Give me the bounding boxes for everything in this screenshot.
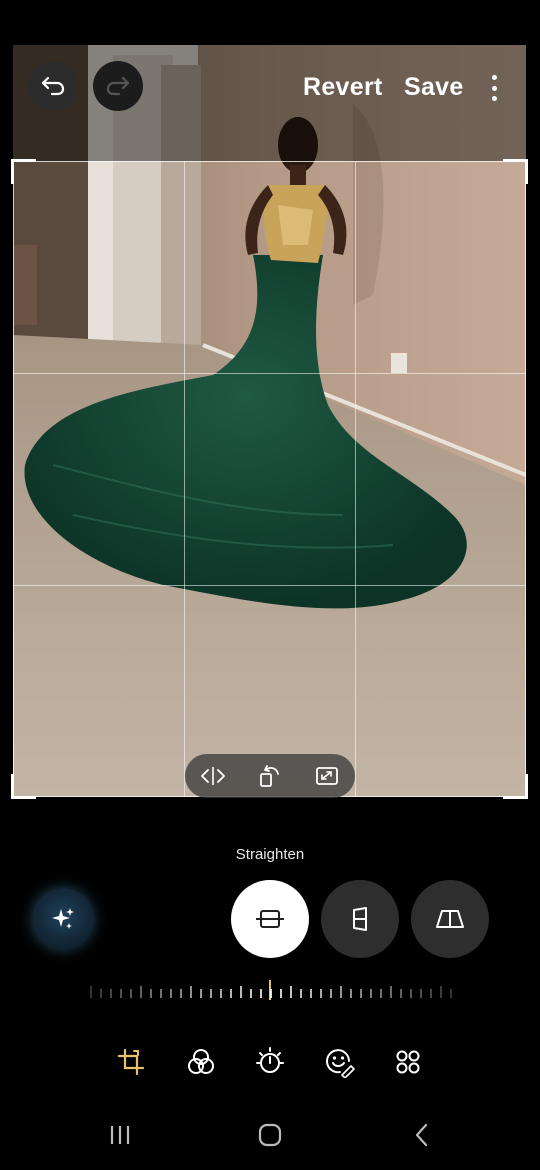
vertical-perspective-button[interactable]: [321, 880, 399, 958]
recents-button[interactable]: [100, 1120, 140, 1150]
dial-tick: [200, 989, 202, 998]
rotate-icon: [260, 765, 279, 787]
redo-arrow-icon: [106, 76, 130, 96]
horizontal-perspective-icon: [436, 910, 464, 928]
dial-tick: [450, 989, 452, 998]
crop-border: [13, 161, 526, 797]
more-vertical-icon: [491, 75, 497, 80]
dial-tick: [280, 989, 282, 998]
dial-tick: [370, 989, 372, 998]
dial-tick: [420, 989, 422, 998]
filters-tab[interactable]: [183, 1044, 219, 1080]
grid-line: [13, 585, 526, 586]
home-icon: [258, 1123, 282, 1147]
dial-tick: [250, 989, 252, 998]
recents-icon: [110, 1126, 130, 1144]
straighten-dial[interactable]: [90, 980, 452, 1004]
dial-tick: [320, 989, 322, 998]
decorations-icon: [326, 1049, 355, 1078]
tone-icon: [256, 1047, 284, 1073]
dial-tick: [220, 989, 222, 998]
more-dot: [491, 85, 497, 91]
flip-button[interactable]: [193, 758, 233, 794]
dial-tick: [170, 989, 172, 998]
more-dot: [491, 96, 497, 101]
more-options-button[interactable]: [482, 71, 506, 105]
grid-line: [13, 373, 526, 374]
dial-tick: [150, 989, 152, 998]
dial-tick: [360, 989, 362, 998]
vertical-perspective-icon: [353, 907, 367, 931]
mode-title: Straighten: [235, 846, 305, 863]
straighten-icon: [256, 910, 284, 928]
straighten-button[interactable]: [231, 880, 309, 958]
dial-tick: [160, 989, 162, 998]
filters-icon: [188, 1049, 214, 1074]
crop-handle-top-left[interactable]: [11, 159, 36, 184]
revert-button[interactable]: Revert: [303, 73, 383, 102]
sparkle-icon: [52, 908, 74, 929]
undo-arrow-icon: [41, 76, 65, 96]
dial-tick: [390, 986, 392, 998]
dial-tick: [270, 989, 272, 998]
more-tools-icon: [396, 1050, 420, 1074]
crop-frame[interactable]: [11, 159, 528, 799]
free-aspect-icon: [315, 767, 338, 785]
more-tools-tab[interactable]: [390, 1044, 426, 1080]
tone-tab[interactable]: [252, 1044, 288, 1080]
home-button[interactable]: [250, 1120, 290, 1150]
dial-tick: [350, 989, 352, 998]
crop-quick-tools: [185, 754, 355, 798]
dial-tick: [380, 989, 382, 998]
dial-tick: [330, 989, 332, 998]
dial-tick: [340, 986, 342, 998]
flip-icon: [201, 767, 226, 785]
dial-tick: [90, 986, 92, 998]
back-icon: [415, 1123, 428, 1147]
dial-tick: [240, 986, 242, 998]
dial-tick: [140, 986, 142, 998]
auto-enhance-button[interactable]: [32, 888, 94, 950]
dial-tick: [300, 989, 302, 998]
system-nav-bar: [0, 1110, 540, 1160]
dial-tick: [180, 989, 182, 998]
top-toolbar: Revert Save: [0, 45, 540, 135]
back-button[interactable]: [402, 1120, 442, 1150]
edit-toolbar: [0, 1040, 540, 1084]
save-button[interactable]: Save: [404, 73, 464, 102]
rotate-button[interactable]: [250, 758, 290, 794]
dial-tick: [290, 986, 292, 998]
grid-line: [184, 161, 185, 797]
dial-tick: [310, 989, 312, 998]
free-aspect-button[interactable]: [307, 758, 347, 794]
grid-line: [355, 161, 356, 797]
horizontal-perspective-button[interactable]: [411, 880, 489, 958]
crop-handle-bottom-right[interactable]: [503, 774, 528, 799]
transform-tab[interactable]: [113, 1044, 149, 1080]
dial-tick: [110, 989, 112, 998]
dial-tick: [130, 989, 132, 998]
dial-tick: [430, 989, 432, 998]
dial-tick: [120, 989, 122, 998]
decorations-tab[interactable]: [321, 1044, 357, 1080]
dial-tick: [100, 989, 102, 998]
dial-tick: [440, 986, 442, 998]
transform-icon: [117, 1048, 145, 1076]
dial-tick: [400, 989, 402, 998]
crop-handle-top-right[interactable]: [503, 159, 528, 184]
dial-tick: [190, 986, 192, 998]
dial-tick: [410, 989, 412, 998]
dial-tick: [210, 989, 212, 998]
undo-button[interactable]: [28, 61, 78, 111]
crop-handle-bottom-left[interactable]: [11, 774, 36, 799]
dial-tick: [230, 989, 232, 998]
redo-button[interactable]: [93, 61, 143, 111]
dial-tick: [260, 989, 262, 998]
